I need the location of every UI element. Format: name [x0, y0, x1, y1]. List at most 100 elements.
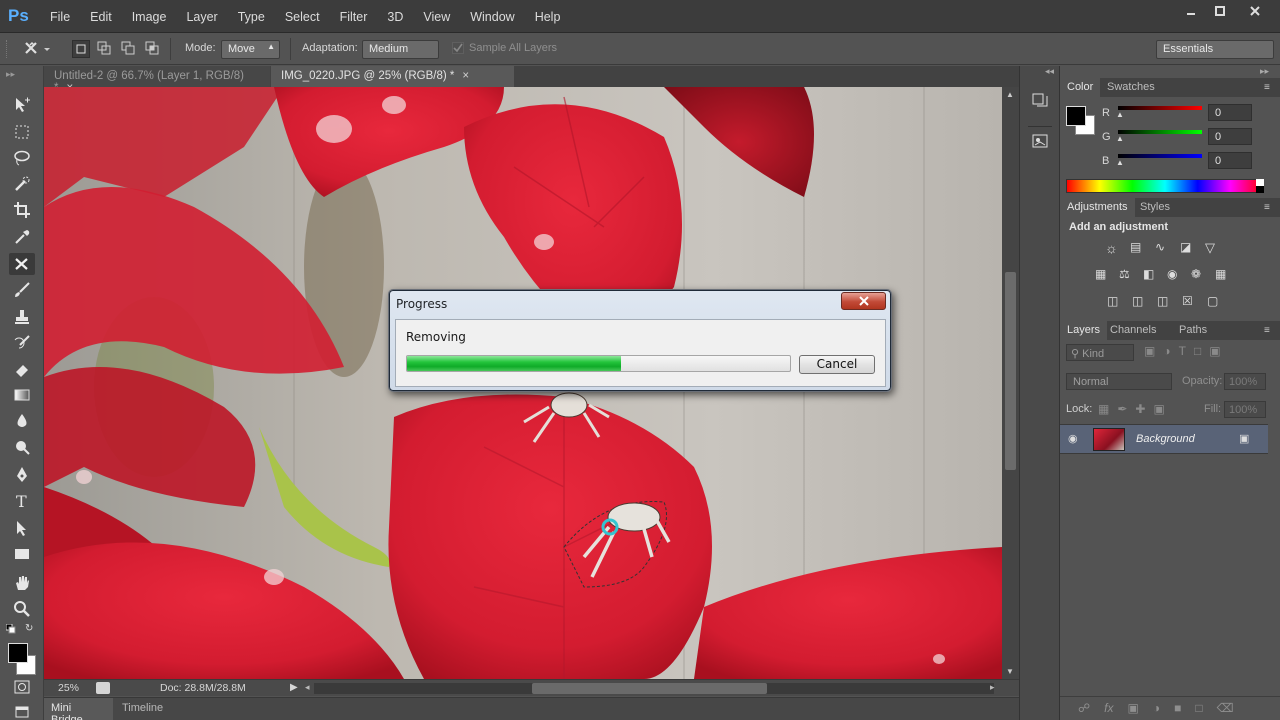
rectangle-tool-icon[interactable] [9, 543, 35, 565]
color-balance-icon[interactable]: ⚖ [1119, 267, 1135, 283]
swap-colors-icon[interactable]: ↻ [25, 623, 33, 634]
cancel-button[interactable]: Cancel [799, 355, 875, 374]
g-value[interactable]: 0 [1208, 128, 1252, 145]
blur-tool-icon[interactable] [9, 410, 35, 432]
filter-pixel-icon[interactable]: ▣ [1144, 344, 1155, 358]
panel-menu-icon[interactable]: ≡ [1264, 82, 1270, 93]
channel-mixer-icon[interactable]: ❁ [1191, 267, 1207, 283]
tab-layers[interactable]: Layers [1060, 321, 1108, 340]
color-spectrum[interactable] [1066, 179, 1264, 193]
quick-mask-icon[interactable] [9, 676, 35, 698]
tab-img-0220[interactable]: IMG_0220.JPG @ 25% (RGB/8) * × [271, 66, 514, 87]
scroll-right-icon[interactable]: ▸ [990, 682, 995, 693]
color-lookup-icon[interactable]: ▦ [1215, 267, 1231, 283]
scroll-thumb[interactable] [532, 683, 767, 694]
filter-adjustment-icon[interactable]: ◑ [1163, 344, 1170, 358]
menu-file[interactable]: File [40, 10, 80, 24]
gradient-tool-icon[interactable] [9, 384, 35, 406]
b-slider[interactable] [1118, 154, 1202, 158]
white-swatch[interactable] [1256, 179, 1264, 186]
black-swatch[interactable] [1256, 186, 1264, 193]
minimize-button[interactable] [1176, 2, 1206, 20]
filter-type-icon[interactable]: T [1179, 344, 1186, 358]
hue-saturation-icon[interactable]: ▦ [1095, 267, 1111, 283]
lock-all-icon[interactable]: ▣ [1153, 402, 1164, 416]
content-aware-move-tool-icon[interactable] [22, 39, 56, 59]
tab-untitled-2[interactable]: Untitled-2 @ 66.7% (Layer 1, RGB/8) *× [44, 66, 270, 94]
properties-panel-icon[interactable] [1031, 132, 1049, 150]
history-brush-tool-icon[interactable] [9, 332, 35, 354]
brush-tool-icon[interactable] [9, 279, 35, 301]
path-selection-tool-icon[interactable] [9, 517, 35, 539]
menu-image[interactable]: Image [122, 10, 177, 24]
close-icon[interactable]: × [462, 70, 469, 82]
history-panel-icon[interactable] [1031, 92, 1049, 110]
tab-color[interactable]: Color [1060, 78, 1101, 97]
panel-menu-icon[interactable]: ≡ [1264, 202, 1270, 213]
add-mask-icon[interactable]: ▣ [1128, 701, 1139, 720]
status-preview-icon[interactable] [96, 682, 110, 694]
tab-swatches[interactable]: Swatches [1100, 78, 1162, 97]
vibrance-icon[interactable]: ▽ [1205, 240, 1221, 256]
dialog-close-button[interactable] [841, 292, 886, 310]
scroll-left-icon[interactable]: ◂ [305, 682, 310, 693]
collapse-toolbox-icon[interactable]: ▸▸ [6, 69, 15, 80]
black-white-icon[interactable]: ◧ [1143, 267, 1159, 283]
foreground-color-swatch[interactable] [8, 643, 28, 663]
exposure-icon[interactable]: ◪ [1180, 240, 1196, 256]
layer-style-icon[interactable]: fx [1104, 701, 1113, 720]
collapse-icon[interactable]: ◂◂ [1045, 66, 1054, 77]
photo-filter-icon[interactable]: ◉ [1167, 267, 1183, 283]
type-tool-icon[interactable]: T [9, 490, 35, 512]
opacity-field[interactable]: 100% [1224, 373, 1266, 390]
new-layer-icon[interactable]: □ [1195, 701, 1202, 720]
add-to-selection-icon[interactable] [96, 40, 114, 58]
delete-layer-icon[interactable]: ⌫ [1217, 701, 1234, 720]
close-window-button[interactable] [1240, 2, 1270, 20]
panel-menu-icon[interactable]: ≡ [1264, 325, 1270, 336]
r-value[interactable]: 0 [1208, 104, 1252, 121]
invert-icon[interactable]: ◫ [1107, 294, 1123, 310]
vertical-scrollbar[interactable]: ▲ ▼ [1002, 87, 1019, 679]
sample-all-layers-checkbox[interactable] [452, 42, 464, 54]
status-menu-icon[interactable]: ▶ [290, 682, 298, 693]
eraser-tool-icon[interactable] [9, 358, 35, 380]
menu-type[interactable]: Type [228, 10, 275, 24]
subtract-from-selection-icon[interactable] [120, 40, 138, 58]
move-tool-icon[interactable] [9, 94, 35, 116]
workspace-select[interactable]: Essentials [1156, 40, 1274, 59]
menu-3d[interactable]: 3D [377, 10, 413, 24]
menu-filter[interactable]: Filter [330, 10, 378, 24]
menu-help[interactable]: Help [525, 10, 571, 24]
selective-color-icon[interactable]: ☒ [1182, 294, 1198, 310]
eyedropper-tool-icon[interactable] [9, 226, 35, 248]
gradient-map-icon[interactable]: ▢ [1207, 294, 1223, 310]
menu-window[interactable]: Window [460, 10, 524, 24]
threshold-icon[interactable]: ◫ [1157, 294, 1173, 310]
crop-tool-icon[interactable] [9, 199, 35, 221]
layer-row-background[interactable]: ◉ Background ▣ [1060, 424, 1268, 454]
menu-layer[interactable]: Layer [176, 10, 227, 24]
zoom-level[interactable]: 25% [58, 682, 79, 694]
posterize-icon[interactable]: ◫ [1132, 294, 1148, 310]
slider-thumb-icon[interactable]: ▲ [1116, 110, 1124, 119]
b-value[interactable]: 0 [1208, 152, 1252, 169]
collapse-icon[interactable]: ▸▸ [1260, 66, 1269, 77]
lasso-tool-icon[interactable] [9, 147, 35, 169]
brightness-contrast-icon[interactable]: ☼ [1105, 240, 1121, 256]
clone-stamp-tool-icon[interactable] [9, 306, 35, 328]
pen-tool-icon[interactable] [9, 464, 35, 486]
scroll-up-icon[interactable]: ▲ [1006, 90, 1014, 99]
menu-select[interactable]: Select [275, 10, 330, 24]
zoom-tool-icon[interactable] [9, 598, 35, 620]
blend-mode-select[interactable]: Normal [1066, 373, 1172, 390]
lock-transparent-icon[interactable]: ▦ [1098, 402, 1109, 416]
lock-pixels-icon[interactable]: ✒ [1117, 402, 1127, 416]
tab-channels[interactable]: Channels [1103, 321, 1163, 340]
mode-select[interactable]: Move ▲ [221, 40, 280, 59]
scroll-thumb[interactable] [1005, 272, 1016, 470]
filter-shape-icon[interactable]: □ [1194, 344, 1201, 358]
scroll-down-icon[interactable]: ▼ [1006, 667, 1014, 676]
content-aware-move-tool-icon[interactable] [9, 253, 35, 275]
maximize-button[interactable] [1205, 2, 1235, 20]
